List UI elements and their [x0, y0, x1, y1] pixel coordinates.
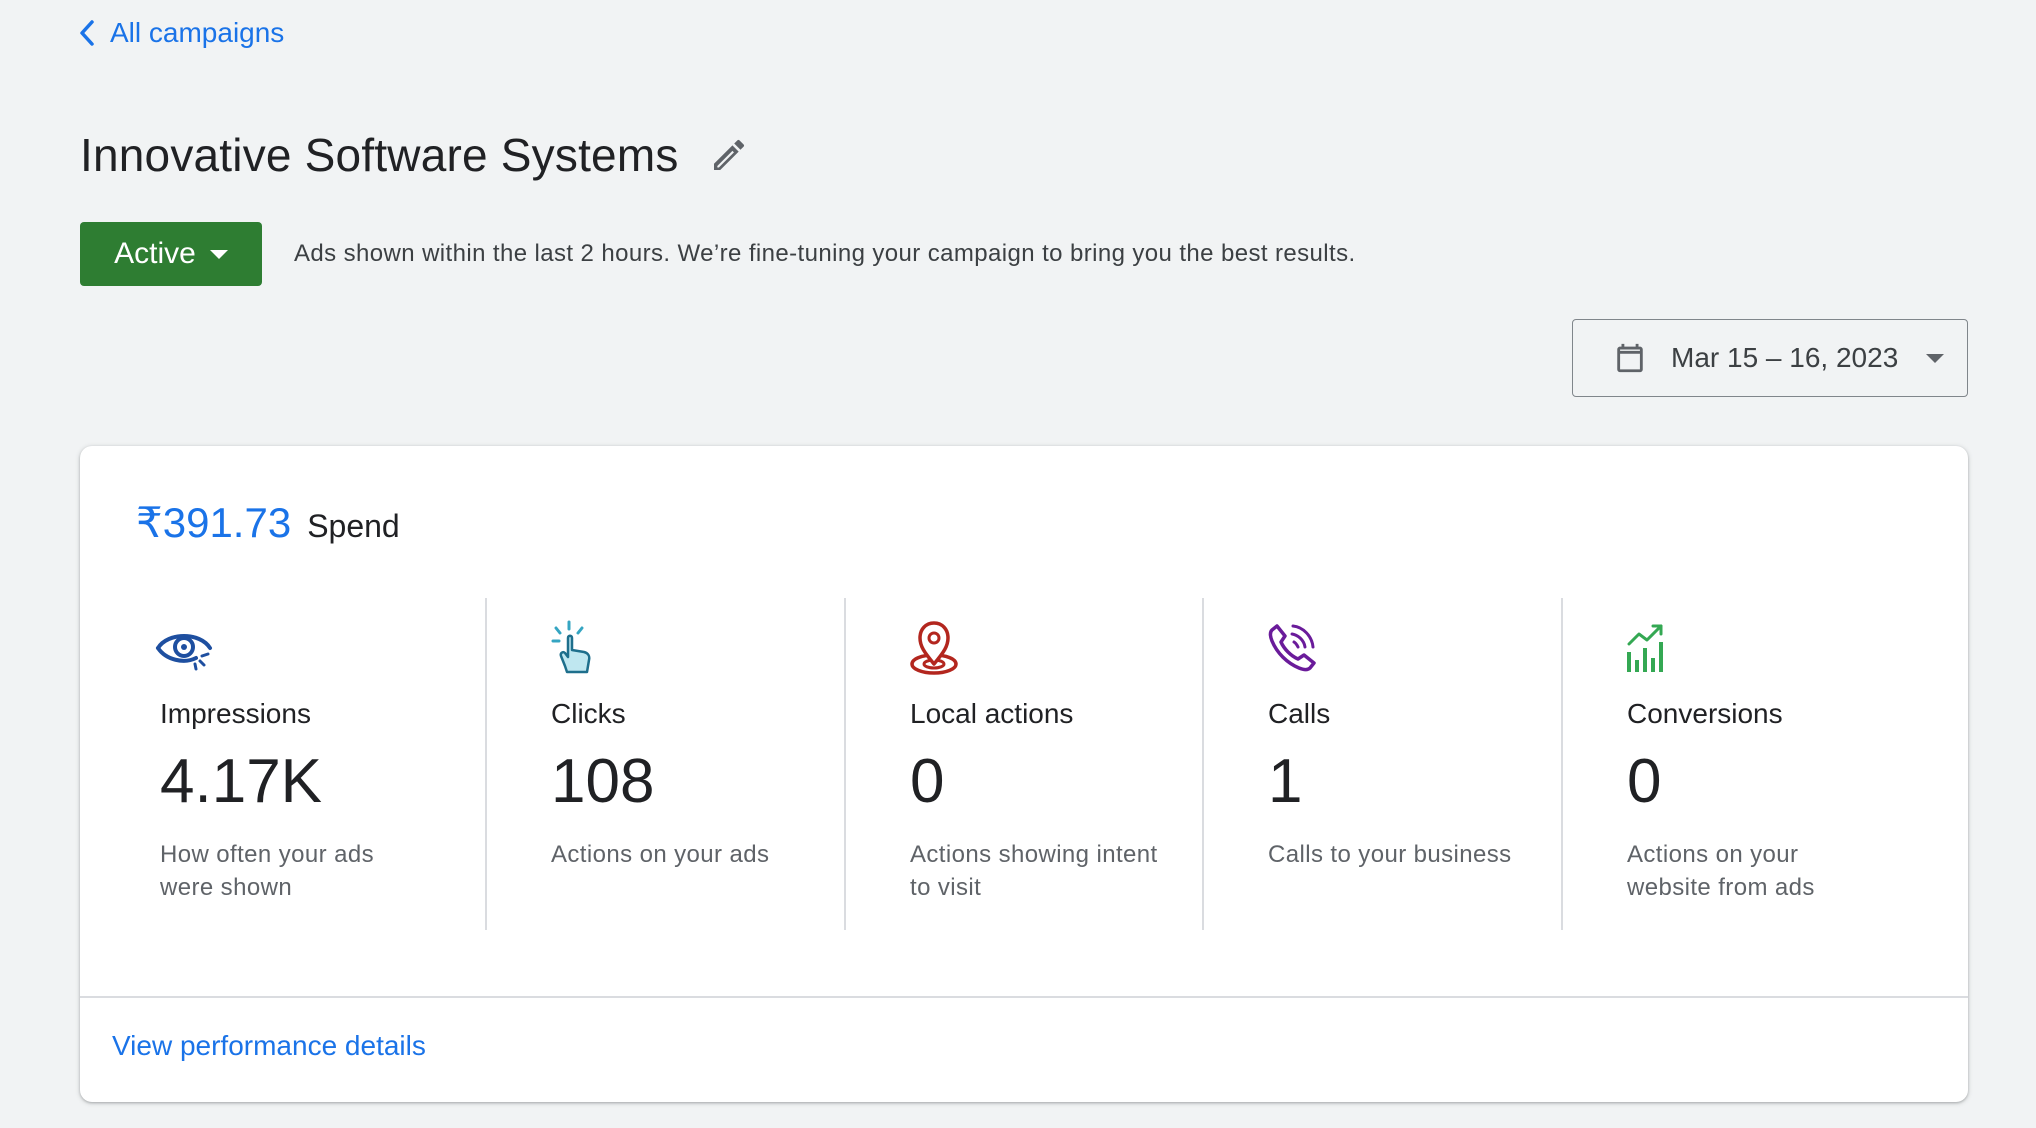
back-to-all-campaigns-link[interactable]: All campaigns	[76, 16, 284, 50]
metric-label: Conversions	[1627, 698, 1783, 729]
metric-value: 1	[1268, 747, 1303, 816]
metric-divider	[1561, 598, 1563, 930]
metric-label: Impressions	[160, 698, 311, 729]
metrics-row: Impressions 4.17K How often your ads wer…	[80, 598, 1968, 930]
date-range-picker[interactable]: Mar 15 – 16, 2023	[1572, 319, 1968, 397]
metric-value: 0	[1627, 747, 1662, 816]
back-link-label: All campaigns	[110, 17, 285, 48]
metric-value: 0	[910, 747, 945, 816]
metric-label: Clicks	[551, 698, 626, 729]
status-row: Active Ads shown within the last 2 hours…	[80, 222, 1356, 286]
status-dropdown-button[interactable]: Active	[80, 222, 262, 286]
click-hand-icon	[551, 620, 591, 674]
caret-down-icon	[1926, 353, 1945, 363]
metric-label: Local actions	[910, 698, 1074, 729]
card-divider	[80, 996, 1968, 998]
chevron-left-icon	[80, 20, 94, 46]
phone-icon	[1268, 624, 1316, 672]
eye-icon	[156, 634, 212, 671]
date-range-label: Mar 15 – 16, 2023	[1671, 342, 1899, 373]
metric-description: Actions on your website from ads	[1627, 841, 1815, 901]
metric-description: Actions on your ads	[551, 841, 770, 868]
trending-chart-icon	[1627, 624, 1663, 672]
metric-description: Calls to your business	[1268, 841, 1512, 868]
status-message: Ads shown within the last 2 hours. We’re…	[294, 240, 1356, 267]
metric-value: 4.17K	[160, 747, 323, 816]
metric-description: How often your ads were shown	[160, 841, 374, 901]
metric-value: 108	[551, 747, 655, 816]
title-row: Innovative Software Systems	[80, 128, 751, 182]
calendar-icon	[1617, 343, 1643, 373]
spend-summary: ₹391.73 Spend	[136, 498, 400, 547]
spend-label: Spend	[307, 508, 400, 544]
metric-label: Calls	[1268, 698, 1331, 729]
page-title: Innovative Software Systems	[80, 129, 679, 181]
caret-down-icon	[209, 249, 228, 259]
pencil-icon	[713, 139, 744, 170]
metric-divider	[485, 598, 487, 930]
location-pin-icon	[910, 621, 958, 675]
spend-value: ₹391.73	[136, 499, 292, 546]
metric-divider	[1202, 598, 1204, 930]
edit-title-button[interactable]	[707, 133, 751, 177]
metric-description: Actions showing intent to visit	[910, 841, 1158, 901]
view-performance-details-link[interactable]: View performance details	[112, 1030, 426, 1062]
status-label: Active	[114, 237, 196, 270]
metric-divider	[844, 598, 846, 930]
performance-card: ₹391.73 Spend Impressions 4.17K How ofte…	[80, 446, 1968, 1102]
